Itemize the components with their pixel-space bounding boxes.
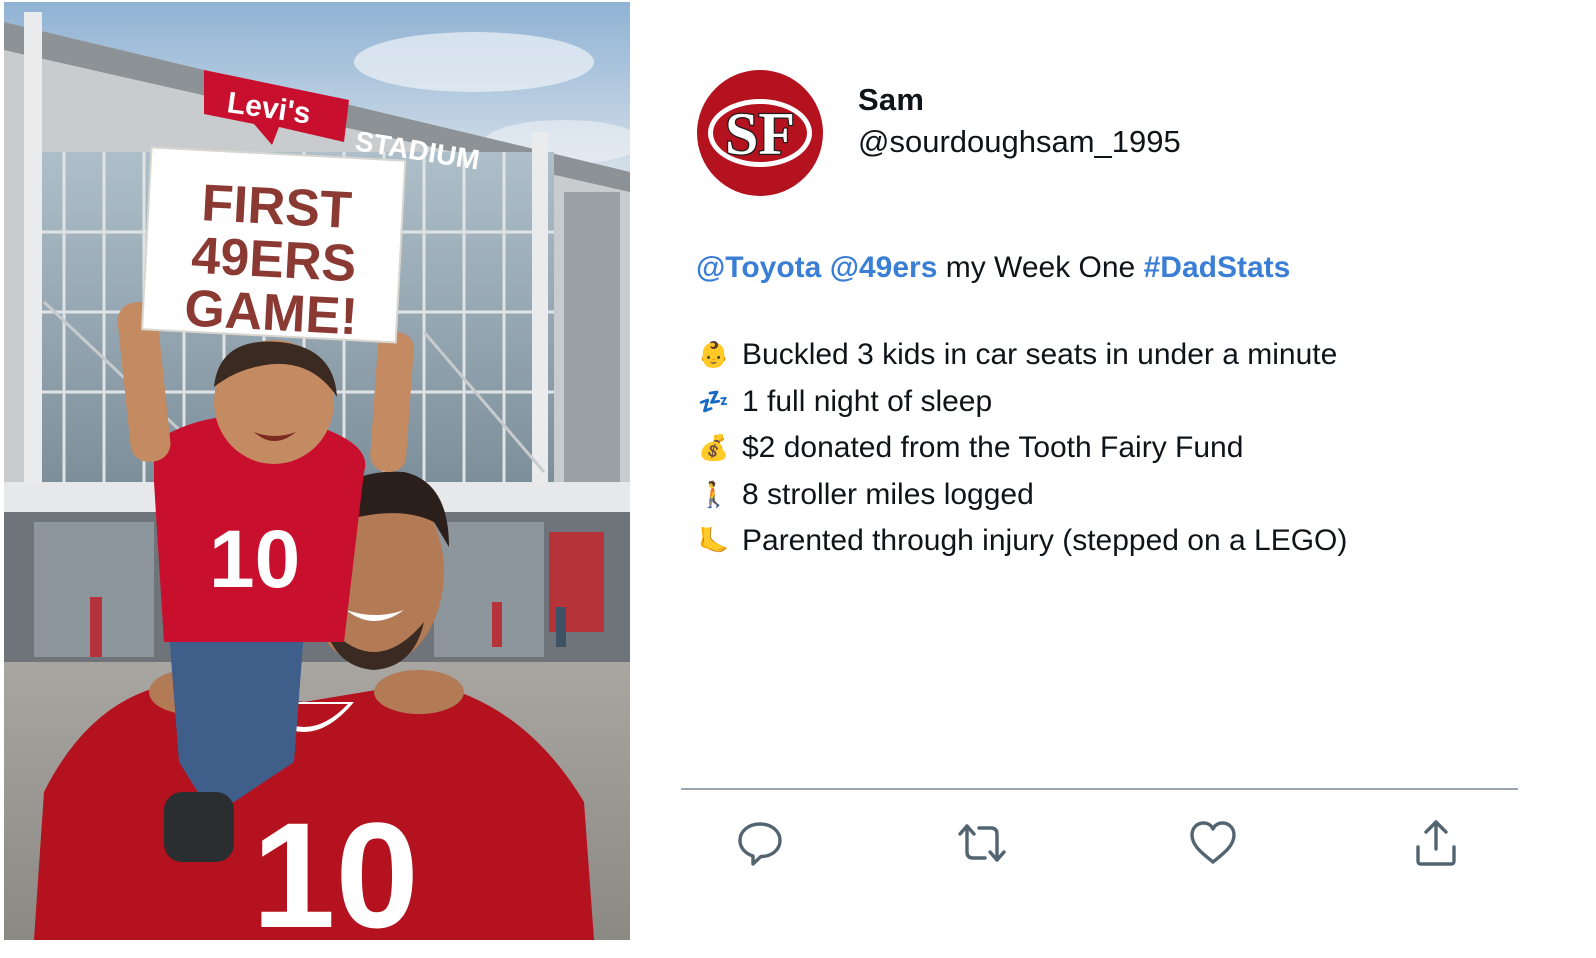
share-button[interactable] <box>1409 816 1463 870</box>
tweet-text: @Toyota @49ers my Week One #DadStats <box>696 250 1290 286</box>
father-jersey-number: 10 <box>252 791 419 940</box>
foot-icon: 🦶 <box>698 526 730 556</box>
baby-icon: 👶 <box>698 340 730 370</box>
first-game-sign: FIRST 49ERS GAME! <box>140 146 407 346</box>
reply-icon <box>738 822 782 866</box>
avatar-logo-text: SF <box>725 101 795 167</box>
mention-49ers[interactable]: @49ers <box>830 251 938 284</box>
retweet-icon <box>958 824 1006 862</box>
child-jersey-number: 10 <box>209 514 300 605</box>
stat-text: 1 full night of sleep <box>742 384 993 418</box>
reply-button[interactable] <box>733 816 787 870</box>
like-icon <box>1190 821 1236 864</box>
avatar[interactable]: SF <box>697 70 823 196</box>
display-name[interactable]: Sam <box>858 82 924 118</box>
retweet-button[interactable] <box>955 816 1009 870</box>
list-item: 👶 Buckled 3 kids in car seats in under a… <box>696 332 1347 379</box>
stat-text: $2 donated from the Tooth Fairy Fund <box>742 431 1244 465</box>
sign-line-3: GAME! <box>183 279 359 346</box>
stat-text: Buckled 3 kids in car seats in under a m… <box>742 338 1338 372</box>
list-item: 💤 1 full night of sleep <box>696 379 1347 426</box>
share-icon <box>1416 820 1456 866</box>
divider <box>681 788 1518 790</box>
like-button[interactable] <box>1186 816 1240 870</box>
tweet-card: Levi's STADIUM 10 10 FIRST 49ERS GAME! S… <box>0 0 1596 958</box>
stat-text: Parented through injury (stepped on a LE… <box>742 524 1348 558</box>
stat-text: 8 stroller miles logged <box>742 477 1034 511</box>
hashtag-dadstats[interactable]: #DadStats <box>1144 251 1291 284</box>
mention-toyota[interactable]: @Toyota <box>696 251 821 284</box>
sleep-zzz-icon: 💤 <box>698 386 730 416</box>
list-item: 🦶 Parented through injury (stepped on a … <box>696 518 1347 565</box>
walking-person-icon: 🚶 <box>698 479 730 509</box>
tweet-photo[interactable]: Levi's STADIUM 10 10 FIRST 49ERS GAME! <box>4 2 630 940</box>
list-item: 💰 $2 donated from the Tooth Fairy Fund <box>696 425 1347 472</box>
user-handle[interactable]: @sourdoughsam_1995 <box>858 124 1181 160</box>
tweet-plain-text: my Week One <box>945 251 1136 284</box>
dad-stats-list: 👶 Buckled 3 kids in car seats in under a… <box>696 332 1347 565</box>
money-bag-icon: 💰 <box>698 433 730 463</box>
list-item: 🚶 8 stroller miles logged <box>696 472 1347 519</box>
